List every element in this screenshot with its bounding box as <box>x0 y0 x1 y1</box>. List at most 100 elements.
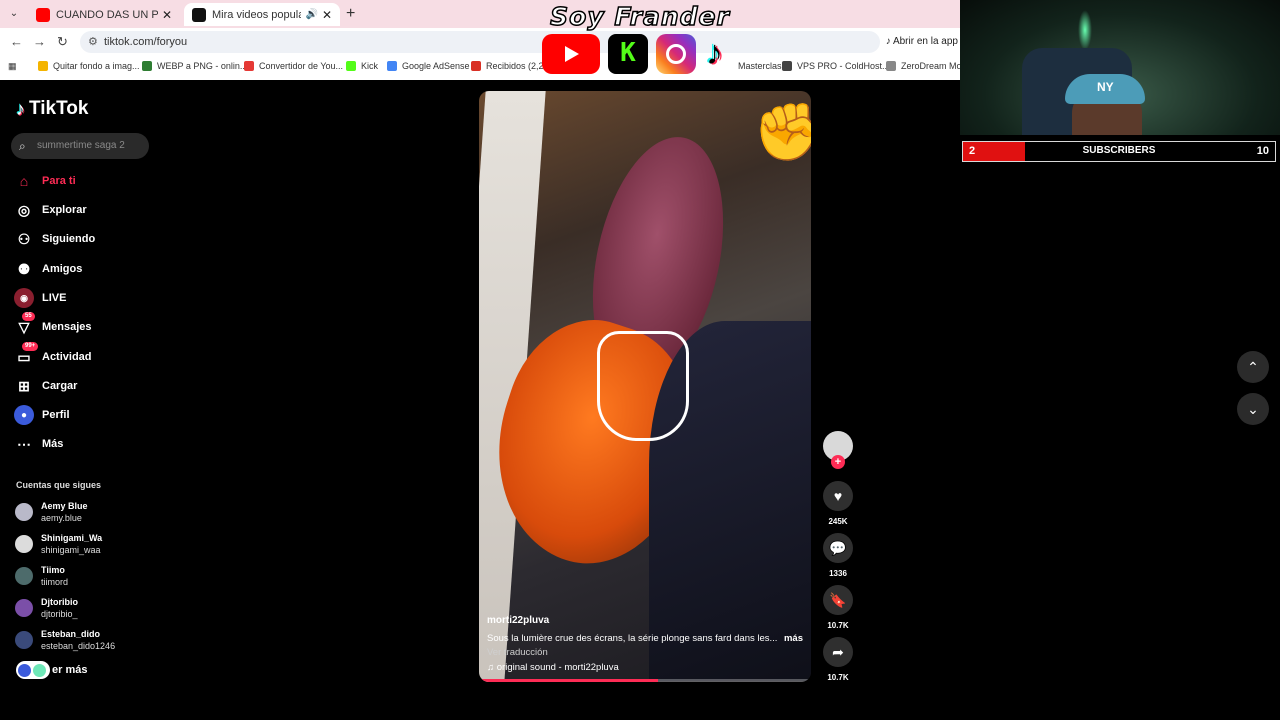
tab-label: CUANDO DAS UN PORTAZO EN <box>56 8 158 21</box>
video-description: Sous la lumière crue des écrans, la séri… <box>487 633 778 644</box>
nav-actividad[interactable]: ▭ 99+ Actividad <box>14 342 92 369</box>
bookmark-item[interactable]: Kick <box>346 61 378 71</box>
back-icon[interactable]: ← <box>10 34 23 49</box>
reload-icon[interactable]: ↻ <box>57 34 68 50</box>
avatar <box>15 599 33 617</box>
webcam-cap: NY <box>1065 74 1145 104</box>
bookmark-item[interactable]: ZeroDream Mod <box>886 61 967 71</box>
nav-para-ti[interactable]: ⌂ Para ti <box>14 169 76 193</box>
site-settings-icon[interactable]: ⚙ <box>88 31 98 53</box>
gmail-icon <box>471 61 481 71</box>
nav-label: Más <box>42 438 64 450</box>
follow-plus-icon[interactable]: + <box>831 455 845 469</box>
video-player[interactable]: ✊ morti22pluva Sous la lumière crue des … <box>479 91 811 682</box>
avatar <box>15 535 33 553</box>
sound-label: original sound - morti22pluva <box>496 662 619 673</box>
tiktok-favicon-icon <box>192 7 206 22</box>
see-more-button[interactable]: er más <box>16 661 87 679</box>
search-input[interactable]: ⌕ summertime saga 2 <box>11 133 149 159</box>
comment-count: 1336 <box>829 569 847 578</box>
account-name: Esteban_dido <box>41 629 101 639</box>
account-handle: djtoribio_ <box>41 609 78 619</box>
open-in-app-button[interactable]: ♪ Abrir en la app <box>886 36 958 47</box>
bookmark-icon <box>886 61 896 71</box>
nav-label: Cargar <box>42 380 78 392</box>
nav-explorar[interactable]: ◎ Explorar <box>14 198 87 222</box>
forward-icon[interactable]: → <box>33 34 46 49</box>
tiktok-small-icon: ♪ <box>885 36 891 47</box>
save-button[interactable]: 🔖 <box>823 585 853 615</box>
new-tab-button[interactable]: + <box>346 5 355 23</box>
bookmarks-bar: ▦ Quitar fondo a imag... WEBP a PNG - on… <box>0 55 967 80</box>
following-account[interactable]: Aemy Blue aemy.blue <box>15 500 88 524</box>
bookmark-item[interactable]: Google AdSense <box>387 61 470 71</box>
following-account[interactable]: Tiimo tiimord <box>15 564 68 588</box>
nav-label: Explorar <box>42 204 87 216</box>
address-row: ← → ↻ ⚙ tiktok.com/foryou ♪ Abrir en la … <box>0 28 960 55</box>
account-handle: shinigami_waa <box>41 545 101 555</box>
webcam-light <box>1078 10 1092 50</box>
bookmark-label: ZeroDream Mod <box>901 61 967 71</box>
nav-cargar[interactable]: ⊞ Cargar <box>14 374 77 398</box>
subscriber-label: SUBSCRIBERS <box>1082 145 1156 156</box>
translate-link[interactable]: Ver traducción <box>487 647 803 658</box>
tiktok-logo[interactable]: ♪ TikTok <box>16 98 88 120</box>
following-account[interactable]: Djtoribio djtoribio_ <box>15 596 78 620</box>
following-account[interactable]: Shinigami_Wa shinigami_waa <box>15 532 102 556</box>
close-tab-icon[interactable]: ✕ <box>322 8 332 22</box>
nav-mas[interactable]: ⋯ Más <box>14 432 63 456</box>
messages-badge: 55 <box>22 312 35 321</box>
subscriber-goal-bar: 2 SUBSCRIBERS 10 <box>962 141 1276 162</box>
share-button[interactable]: ➦ <box>823 637 853 667</box>
comment-icon: 💬 <box>829 539 847 556</box>
apps-icon[interactable]: ▦ <box>8 61 17 72</box>
streamer-title: Soy Frander <box>549 1 730 32</box>
following-account[interactable]: Esteban_dido esteban_dido1246 <box>15 628 115 652</box>
bookmark-label: Convertidor de You... <box>259 61 344 71</box>
following-icon: ⚇ <box>17 230 31 247</box>
account-name: Shinigami_Wa <box>41 533 103 543</box>
like-count: 245K <box>828 517 848 526</box>
search-placeholder: summertime saga 2 <box>37 140 125 151</box>
sound-link[interactable]: ♫ original sound - morti22pluva <box>487 662 803 673</box>
home-icon: ⌂ <box>19 173 29 189</box>
address-bar[interactable]: ⚙ tiktok.com/foryou <box>80 31 880 53</box>
tab-bar: ⌄ CUANDO DAS UN PORTAZO EN ✕ Mira videos… <box>0 0 960 28</box>
tab-search-icon[interactable]: ⌄ <box>6 6 22 22</box>
tab-label: Mira videos populares selec <box>212 8 302 21</box>
ny-logo-icon: NY <box>1097 80 1114 94</box>
more-button[interactable]: más <box>784 633 803 644</box>
browser-chrome: ⌄ CUANDO DAS UN PORTAZO EN ✕ Mira videos… <box>0 0 967 80</box>
compass-icon: ◎ <box>17 201 31 218</box>
bookmark-item[interactable]: Convertidor de You... <box>244 61 343 71</box>
tab-tiktok[interactable]: Mira videos populares selec 🔊 ✕ <box>184 3 340 26</box>
account-name: Aemy Blue <box>41 501 88 511</box>
nav-amigos[interactable]: ⚉ Amigos <box>14 257 83 281</box>
next-video-button[interactable]: ⌄ <box>1237 393 1269 425</box>
avatar <box>15 631 33 649</box>
nav-siguiendo[interactable]: ⚇ Siguiendo <box>14 227 95 251</box>
nav-label: Amigos <box>42 263 83 275</box>
tiktok-wordmark: TikTok <box>29 98 89 119</box>
tab-youtube[interactable]: CUANDO DAS UN PORTAZO EN ✕ <box>28 3 180 26</box>
like-button[interactable]: ♥ <box>823 481 853 511</box>
nav-perfil[interactable]: ● Perfil <box>14 403 70 427</box>
nav-live[interactable]: ◉ LIVE <box>14 286 66 310</box>
bookmark-item[interactable]: Quitar fondo a imag... <box>38 61 140 71</box>
bookmark-icon <box>782 61 792 71</box>
nav-mensajes[interactable]: ▽ 55 Mensajes <box>14 312 92 339</box>
profile-icon: ● <box>14 405 34 425</box>
speaker-icon[interactable]: 🔊 <box>305 9 317 20</box>
bookmark-item[interactable]: WEBP a PNG - onlin... <box>142 61 247 71</box>
video-progress-bar[interactable] <box>479 679 811 682</box>
extension-pill[interactable] <box>16 661 50 679</box>
video-username[interactable]: morti22pluva <box>487 615 803 626</box>
tiktok-note-icon: ♪ <box>16 98 25 119</box>
bookmark-item[interactable]: VPS PRO - ColdHost... <box>782 61 890 71</box>
youtube-favicon-icon <box>36 7 50 22</box>
previous-video-button[interactable]: ⌃ <box>1237 351 1269 383</box>
heart-icon: ♥ <box>833 488 843 504</box>
live-icon: ◉ <box>14 288 34 308</box>
close-tab-icon[interactable]: ✕ <box>162 8 172 22</box>
comment-button[interactable]: 💬 <box>823 533 853 563</box>
